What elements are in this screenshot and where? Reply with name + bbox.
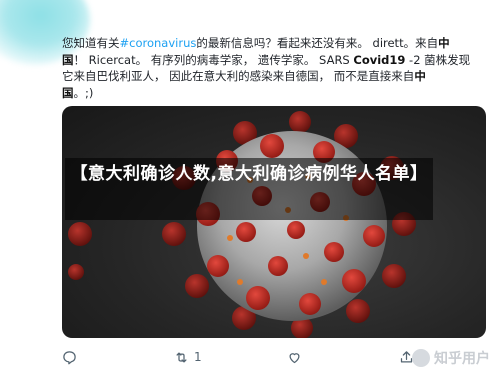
retweet-count: 1: [194, 350, 202, 364]
zhihu-watermark: 知乎用户: [412, 348, 490, 368]
tweet-text-part: 的最新信息吗？看起来还没有来。 dirett。来自: [196, 36, 439, 50]
reply-button[interactable]: [62, 346, 77, 368]
tweet-text-bold: 国: [62, 52, 74, 67]
heart-icon: [289, 352, 300, 363]
tweet-text-part: -2 菌株发现: [405, 52, 471, 67]
tweet-text: 您知道有关#coronavirus的最新信息吗？看起来还没有来。 dirett。…: [62, 35, 482, 101]
tweet-text-bold: 中: [414, 69, 426, 83]
virus-image[interactable]: [62, 106, 486, 338]
tweet-text-part: 您知道有关: [62, 36, 120, 50]
like-button[interactable]: [287, 346, 302, 368]
tweet-card: 您知道有关#coronavirus的最新信息吗？看起来还没有来。 dirett。…: [0, 0, 500, 380]
retweet-button[interactable]: 1: [174, 346, 202, 368]
tweet-text-part: ！ Ricercat。 有序列的病毒学家， 遗传学家。 SARS: [73, 52, 354, 67]
tweet-text-part: 它来自巴伐利亚人， 因此在意大利的感染来自德国， 而不是直接来自: [62, 69, 415, 83]
coronavirus-illustration: [68, 111, 416, 338]
tweet-text-part: 。;): [73, 85, 94, 100]
hashtag-link[interactable]: #coronavirus: [120, 36, 197, 50]
tweet-text-bold: Covid19: [353, 52, 406, 67]
zhihu-logo-icon: [412, 349, 430, 367]
overlay-title: 【意大利确诊人数,意大利确诊病例华人名单】: [70, 164, 428, 184]
tweet-text-bold: 中: [438, 36, 450, 50]
watermark-text: 知乎用户: [434, 351, 490, 367]
reply-icon: [63, 350, 76, 364]
retweet-icon: [176, 352, 187, 362]
tweet-text-bold: 国: [62, 85, 74, 100]
